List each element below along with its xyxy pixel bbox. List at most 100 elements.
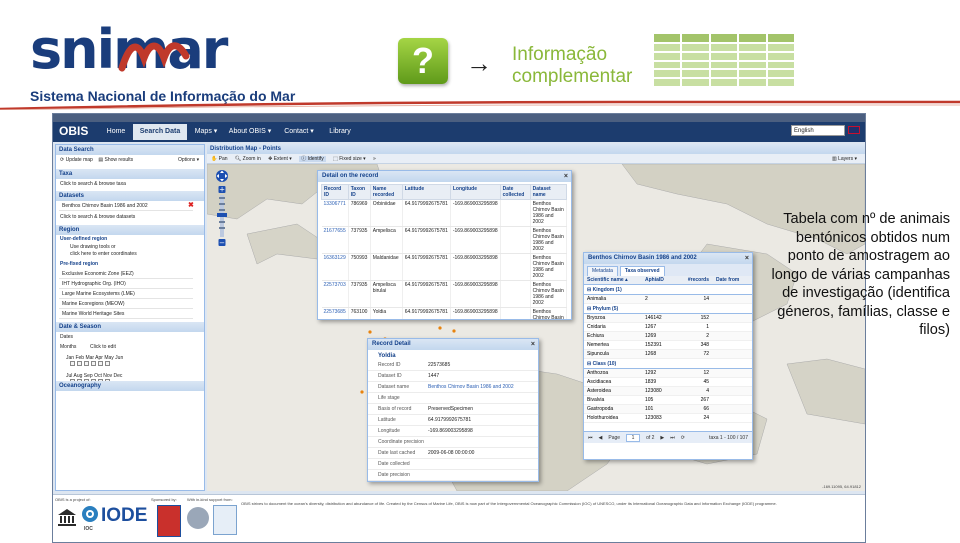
zoom-in-tool[interactable]: 🔍︎ Zoom in bbox=[235, 156, 261, 162]
refresh-icon[interactable]: ⟳ bbox=[681, 432, 685, 443]
taxa-row[interactable]: Cnidaria 1267 1 bbox=[584, 323, 752, 332]
first-page-icon[interactable]: ⏮ bbox=[588, 432, 593, 443]
taxa-hint[interactable]: Click to search & browse taxa bbox=[56, 180, 126, 189]
taxa-grid-body[interactable]: ⊟ Kingdom (1) Animalia 2 14 ⊟ Phylum (5) Bryo… bbox=[584, 285, 752, 431]
close-icon[interactable]: × bbox=[564, 171, 568, 182]
language-select[interactable]: English bbox=[791, 125, 845, 136]
layers-button[interactable]: ▥ Layers ▾ bbox=[832, 154, 857, 164]
nav-contact[interactable]: Contact ▾ bbox=[277, 124, 321, 140]
region-whs[interactable]: Marine World Heritage Sites bbox=[59, 310, 193, 319]
dataset-hint[interactable]: Click to search & browse datasets bbox=[56, 213, 135, 222]
taxa-row[interactable]: Gastropoda 101 66 bbox=[584, 405, 752, 414]
region-lme[interactable]: Large Marine Ecosystems (LME) bbox=[59, 290, 193, 299]
taxa-row[interactable]: Asteroidea 123080 4 bbox=[584, 387, 752, 396]
col-dataset[interactable]: Dataset name bbox=[529, 184, 568, 200]
close-icon[interactable]: × bbox=[745, 253, 749, 264]
col-taxon-id[interactable]: Taxon ID bbox=[347, 184, 371, 200]
more-tools[interactable]: » bbox=[373, 156, 376, 162]
taxa-row[interactable]: Echiura 1269 2 bbox=[584, 332, 752, 341]
taxa-row[interactable]: Anthozoa 1292 12 bbox=[584, 369, 752, 378]
record-field: Coordinate precision bbox=[368, 437, 538, 448]
taxa-row[interactable]: Holothuroidea 123083 24 bbox=[584, 414, 752, 423]
taxa-cell-empty bbox=[712, 295, 742, 303]
nav-library[interactable]: Library bbox=[323, 124, 357, 140]
col-records[interactable]: #records bbox=[682, 276, 712, 284]
record-detail-window[interactable]: Record Detail × Yoldia Record ID 22573685… bbox=[367, 338, 539, 482]
col-longitude[interactable]: Longitude bbox=[449, 184, 501, 200]
region-eez[interactable]: Exclusive Economic Zone (EEZ) bbox=[59, 270, 193, 279]
col-date[interactable]: Date collected bbox=[499, 184, 531, 200]
oceanography-header[interactable]: Oceanography bbox=[56, 381, 204, 391]
table-row[interactable]: 16363129 750993 Maldanidae 64.9179992675781… bbox=[321, 253, 568, 281]
region-iho[interactable]: IHT Hydrographic Org. (IHO) bbox=[59, 280, 193, 289]
col-name[interactable]: Name recorded bbox=[369, 184, 403, 200]
col-scientific-name[interactable]: Scientific name ▴ bbox=[584, 276, 642, 284]
fixed-size-tool[interactable]: ⬚ Fixed size ▾ bbox=[333, 156, 366, 162]
options-button[interactable]: Options ▾ bbox=[174, 156, 199, 165]
identify-tool[interactable]: ⓘ Identify bbox=[299, 156, 326, 162]
taxa-row[interactable]: Sipuncula 1268 72 bbox=[584, 350, 752, 359]
taxa-row[interactable]: Nemertea 152391 348 bbox=[584, 341, 752, 350]
nav-search-data[interactable]: Search Data bbox=[133, 124, 187, 140]
prefixed-region-label: Pre-fixed region bbox=[60, 261, 99, 267]
record-field-value[interactable]: Benthos Chirnov Basin 1986 and 2002 bbox=[428, 382, 514, 392]
record-field-label: Longitude bbox=[378, 428, 400, 434]
taxa-row[interactable]: Animalia 2 14 bbox=[584, 295, 752, 304]
table-cell[interactable]: 21677655 bbox=[321, 226, 349, 254]
col-record-id[interactable]: Record ID bbox=[321, 184, 349, 200]
remove-dataset-icon[interactable]: ✖ bbox=[188, 201, 194, 209]
click-to-edit[interactable]: Click to edit bbox=[86, 343, 116, 352]
taxa-cell: 1839 bbox=[645, 379, 657, 385]
record-detail-fields: Record ID 22573685 Dataset ID 1447 Dataset n… bbox=[368, 360, 538, 481]
col-latitude[interactable]: Latitude bbox=[401, 184, 451, 200]
table-row[interactable]: 21677655 737935 Ampelisca 64.9179992675781-… bbox=[321, 226, 568, 254]
nav-home[interactable]: Home bbox=[101, 124, 131, 140]
table-cell[interactable]: 13306771 bbox=[321, 199, 349, 227]
drawing-hint-2[interactable]: click here to enter coordinates bbox=[66, 250, 137, 259]
pan-tool[interactable]: ✋ Pan bbox=[211, 156, 228, 162]
taxa-window-titlebar[interactable]: Benthos Chirnov Basin 1986 and 2002 × bbox=[584, 253, 752, 264]
record-field-label: Date collected bbox=[378, 461, 410, 467]
table-row[interactable]: 13306771 786969 Orbiniidae 64.9179992675781… bbox=[321, 199, 568, 227]
nav-maps[interactable]: Maps ▾ bbox=[189, 124, 223, 140]
show-results-button[interactable]: ▤ Show results bbox=[98, 157, 133, 163]
table-cell[interactable]: 22573703 bbox=[321, 280, 349, 308]
record-detail-titlebar[interactable]: Record Detail × bbox=[368, 339, 538, 350]
col-aphia-id[interactable]: AphiaID bbox=[642, 276, 682, 284]
uk-flag-icon[interactable] bbox=[848, 126, 860, 134]
detail-record-window[interactable]: Detail on the record × Record ID Taxon I… bbox=[317, 170, 572, 320]
taxa-group-header[interactable]: ⊟ Class (10) bbox=[584, 359, 752, 369]
table-row[interactable]: 22573685 763100 Yoldia 64.9179992675781 -169… bbox=[321, 307, 568, 319]
detail-record-titlebar[interactable]: Detail on the record × bbox=[318, 171, 571, 182]
taxa-cell: 24 bbox=[703, 415, 709, 421]
next-page-icon[interactable]: ▶ bbox=[660, 432, 664, 443]
update-map-button[interactable]: ⟳ Update map bbox=[60, 157, 93, 163]
region-header[interactable]: Region bbox=[56, 225, 204, 235]
extent-tool[interactable]: ✥ Extent ▾ bbox=[268, 156, 292, 162]
taxa-header[interactable]: Taxa bbox=[56, 169, 204, 179]
col-date-from[interactable]: Date from bbox=[712, 276, 742, 284]
tab-metadata[interactable]: Metadata bbox=[587, 266, 618, 276]
taxa-row[interactable]: Bryozoa 146142 152 bbox=[584, 314, 752, 323]
nav-about[interactable]: About OBIS ▾ bbox=[225, 124, 275, 140]
prev-page-icon[interactable]: ◀ bbox=[599, 432, 603, 443]
date-season-header[interactable]: Date & Season bbox=[56, 322, 204, 332]
taxa-row[interactable]: Ascidiacea 1839 45 bbox=[584, 378, 752, 387]
table-cell[interactable]: 16363129 bbox=[321, 253, 349, 281]
tab-taxa-observed[interactable]: Taxa observed bbox=[619, 266, 665, 276]
last-page-icon[interactable]: ⏭ bbox=[670, 432, 675, 443]
dataset-selected[interactable]: Benthos Chirnov Basin 1986 and 2002 bbox=[59, 202, 193, 211]
table-row[interactable]: 22573703 737935 Ampelisca birulai 64.917999… bbox=[321, 280, 568, 308]
table-cell[interactable]: 22573685 bbox=[321, 307, 349, 319]
taxa-group-header[interactable]: ⊟ Phylum (5) bbox=[584, 304, 752, 314]
taxa-cell: 123083 bbox=[645, 415, 662, 421]
datasets-header[interactable]: Datasets bbox=[56, 191, 204, 201]
taxa-row[interactable]: Bivalvia 105 267 bbox=[584, 396, 752, 405]
taxa-group-header[interactable]: ⊟ Kingdom (1) bbox=[584, 285, 752, 295]
months-checkboxes-1[interactable] bbox=[66, 361, 112, 370]
region-meow[interactable]: Marine Ecoregions (MEOW) bbox=[59, 300, 193, 309]
page-input[interactable]: 1 bbox=[626, 434, 641, 442]
taxa-window[interactable]: Benthos Chirnov Basin 1986 and 2002 × Me… bbox=[583, 252, 753, 460]
map-zoom-control[interactable]: + − bbox=[215, 169, 229, 249]
close-icon[interactable]: × bbox=[531, 339, 535, 350]
